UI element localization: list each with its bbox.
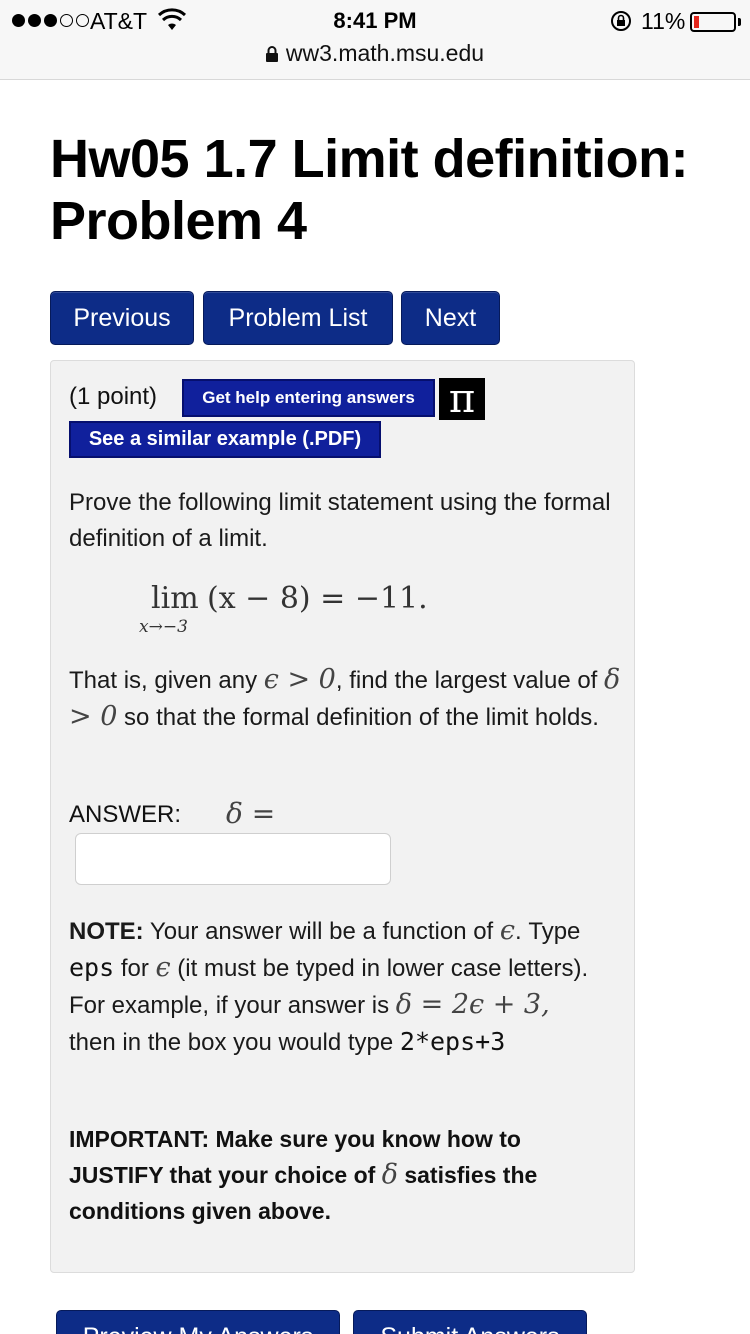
battery-icon	[690, 12, 736, 32]
page-title: Hw05 1.7 Limit definition: Problem 4	[50, 129, 689, 251]
limit-statement: lim x→−3 (x − 8) = −11.	[139, 581, 551, 641]
answer-label: ANSWER:	[69, 801, 182, 828]
answer-input[interactable]	[75, 833, 391, 885]
help-entering-answers-button[interactable]: Get help entering answers	[182, 379, 435, 417]
lim-subscript: x→−3	[139, 617, 188, 637]
submit-answers-button[interactable]: Submit Answers	[353, 1310, 587, 1334]
previous-button[interactable]: Previous	[50, 291, 194, 345]
lock-icon	[265, 46, 278, 62]
url-bar[interactable]: ww3.math.msu.edu	[0, 40, 750, 67]
problem-list-button[interactable]: Problem List	[203, 291, 393, 345]
answer-math: δ =	[226, 797, 276, 830]
rotation-lock-icon	[611, 11, 631, 31]
preview-answers-button[interactable]: Preview My Answers	[56, 1310, 340, 1334]
lim-expression: (x − 8) = −11.	[207, 581, 428, 616]
status-bar: AT&T 8:41 PM 11% ww3.math.msu.edu	[0, 0, 750, 80]
clock: 8:41 PM	[333, 8, 417, 33]
problem-intro: Prove the following limit statement usin…	[69, 489, 611, 552]
note-text: NOTE: Your answer will be a function of …	[69, 915, 589, 1056]
next-button[interactable]: Next	[401, 291, 500, 345]
problem-instructions: That is, given any ϵ > 0, find the large…	[69, 664, 621, 732]
lim-operator: lim	[151, 581, 199, 616]
important-note: IMPORTANT: Make sure you know how to JUS…	[69, 1126, 538, 1224]
similar-example-button[interactable]: See a similar example (.PDF)	[69, 421, 381, 458]
problem-panel: (1 point) Get help entering answers π Se…	[50, 360, 635, 1273]
pi-icon[interactable]: π	[439, 378, 485, 420]
battery-percent: 11%	[641, 8, 686, 34]
url-text: ww3.math.msu.edu	[285, 40, 485, 66]
point-value: (1 point)	[69, 383, 158, 410]
